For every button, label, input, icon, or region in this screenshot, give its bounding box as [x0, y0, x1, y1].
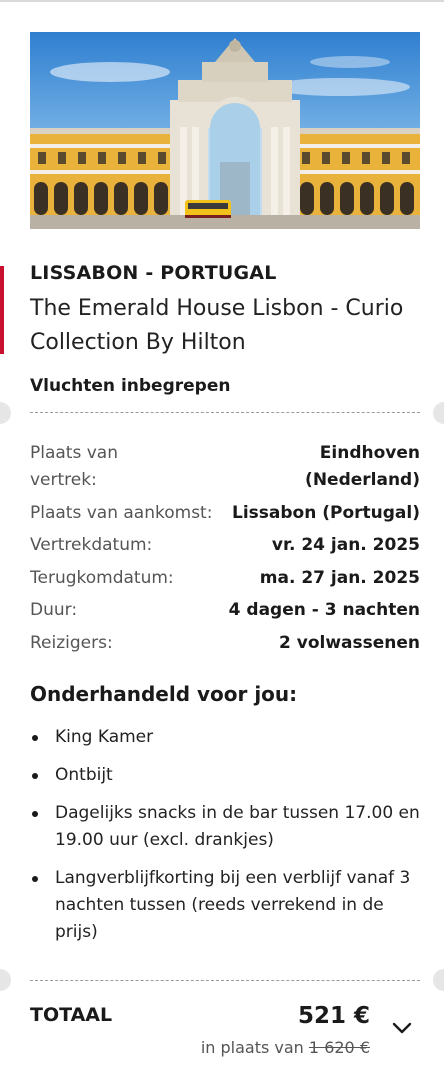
detail-row-travellers: Reizigers: 2 volwassenen [30, 630, 420, 657]
detail-row-return-date: Terugkomdatum: ma. 27 jan. 2025 [30, 565, 420, 592]
original-price: in plaats van 1 620 € [201, 1038, 370, 1057]
detail-label: Duur: [30, 600, 78, 620]
ticket-notch-right [433, 402, 444, 424]
list-item-text: Ontbijt [55, 765, 113, 785]
included-list: King Kamer Ontbijt Dagelijks snacks in d… [30, 724, 420, 957]
bullet-icon [32, 773, 38, 779]
ticket-notch-left [0, 969, 11, 991]
detail-value: Lissabon (Portugal) [232, 502, 420, 523]
old-price: 1 620 € [308, 1038, 370, 1057]
total-label: TOTAAL [30, 1004, 113, 1026]
bullet-icon [32, 811, 38, 817]
detail-label: Reizigers: [30, 632, 113, 653]
hero-image[interactable] [30, 32, 420, 229]
list-item: Ontbijt [30, 762, 420, 789]
detail-row-arrival: Plaats van aankomst: Lissabon (Portugal) [30, 500, 420, 527]
ticket-notch-right [433, 969, 444, 991]
compare-prefix: in plaats van [200, 1038, 304, 1057]
destination-label: LISSABON - PORTUGAL [30, 262, 277, 284]
detail-value: vr. 24 jan. 2025 [271, 535, 420, 555]
list-item-text: King Kamer [55, 727, 154, 747]
chevron-down-icon[interactable] [390, 1016, 414, 1040]
detail-label: Terugkomdatum: [30, 567, 174, 588]
detail-label: Vertrekdatum: [30, 535, 153, 555]
detail-row-departure-date: Vertrekdatum: vr. 24 jan. 2025 [30, 532, 420, 559]
hotel-name[interactable]: The Emerald House Lisbon - Curio Collect… [30, 292, 422, 360]
detail-label: Plaats van aankomst: [30, 502, 213, 523]
detail-value: ma. 27 jan. 2025 [259, 567, 420, 588]
detail-value: 4 dagen - 3 nachten [228, 600, 420, 620]
dashed-divider [30, 980, 420, 981]
list-item: King Kamer [30, 724, 420, 751]
list-item-text: Dagelijks snacks in de bar tussen 17.00 … [55, 803, 420, 850]
list-item: Dagelijks snacks in de bar tussen 17.00 … [30, 800, 420, 854]
detail-value: 2 volwassenen [278, 632, 420, 653]
total-price: 521 € [297, 1003, 370, 1029]
detail-row-duration: Duur: 4 dagen - 3 nachten [30, 597, 420, 624]
accent-bar [0, 266, 4, 354]
dashed-divider [30, 412, 420, 413]
list-item: Langverblijfkorting bij een verblijf van… [30, 865, 420, 946]
detail-row-departure: Plaats van vertrek: Eindhoven (Nederland… [30, 440, 420, 494]
flights-included-label: Vluchten inbegrepen [30, 376, 231, 396]
bullet-icon [32, 735, 38, 741]
trip-details: Plaats van vertrek: Eindhoven (Nederland… [30, 440, 420, 662]
detail-label: Plaats van vertrek: [30, 443, 118, 490]
offer-card: LISSABON - PORTUGAL The Emerald House Li… [0, 0, 444, 1088]
detail-value: Eindhoven (Nederland) [305, 443, 420, 490]
lisbon-arch-illustration [30, 32, 420, 229]
list-item-text: Langverblijfkorting bij een verblijf van… [55, 868, 411, 942]
included-title: Onderhandeld voor jou: [30, 682, 298, 706]
ticket-notch-left [0, 402, 11, 424]
bullet-icon [32, 876, 38, 882]
